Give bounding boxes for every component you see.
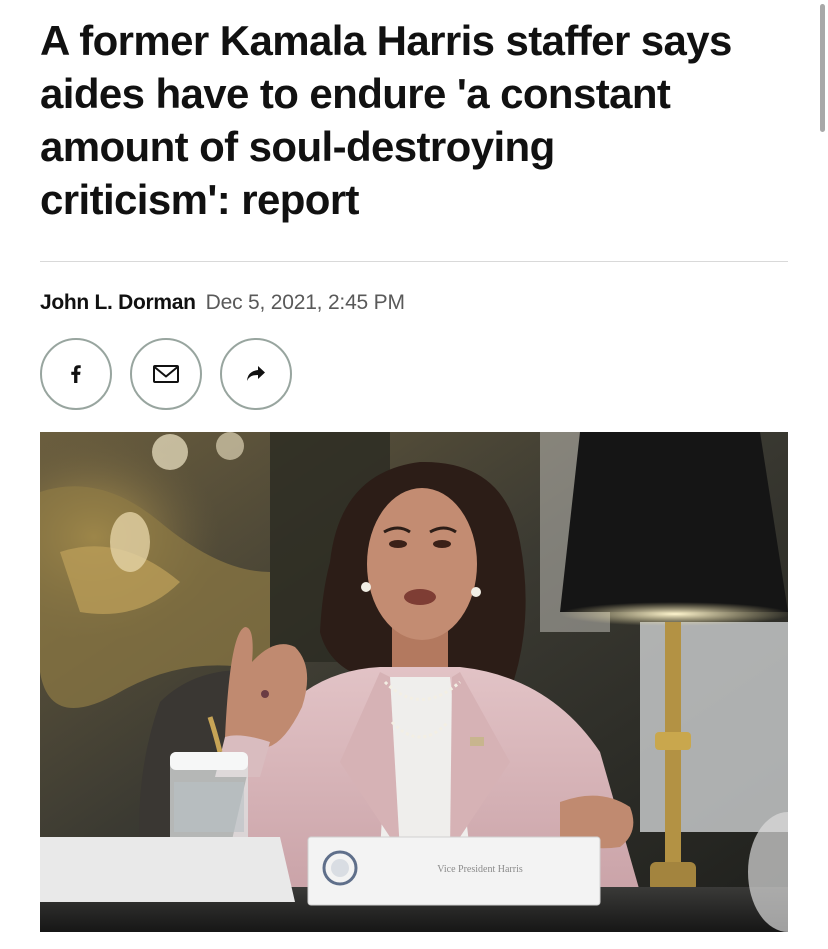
name-placard-text: Vice President Harris	[437, 864, 523, 875]
more-share-button[interactable]	[220, 338, 292, 410]
author-link[interactable]: John L. Dorman	[40, 291, 196, 314]
headline-divider	[40, 261, 788, 262]
scrollbar[interactable]	[820, 4, 825, 132]
facebook-icon	[71, 365, 81, 383]
article-hero-photo: Vice President Harris	[40, 432, 788, 932]
share-buttons	[40, 338, 292, 410]
publish-date: Dec 5, 2021, 2:45 PM	[205, 291, 405, 314]
hero-image	[40, 432, 788, 932]
share-arrow-icon	[247, 366, 265, 381]
facebook-share-button[interactable]	[40, 338, 112, 410]
byline: John L. Dorman Dec 5, 2021, 2:45 PM	[40, 289, 405, 317]
article: A former Kamala Harris staffer says aide…	[40, 0, 788, 932]
email-share-button[interactable]	[130, 338, 202, 410]
article-headline: A former Kamala Harris staffer says aide…	[40, 17, 732, 223]
email-icon	[153, 365, 179, 383]
